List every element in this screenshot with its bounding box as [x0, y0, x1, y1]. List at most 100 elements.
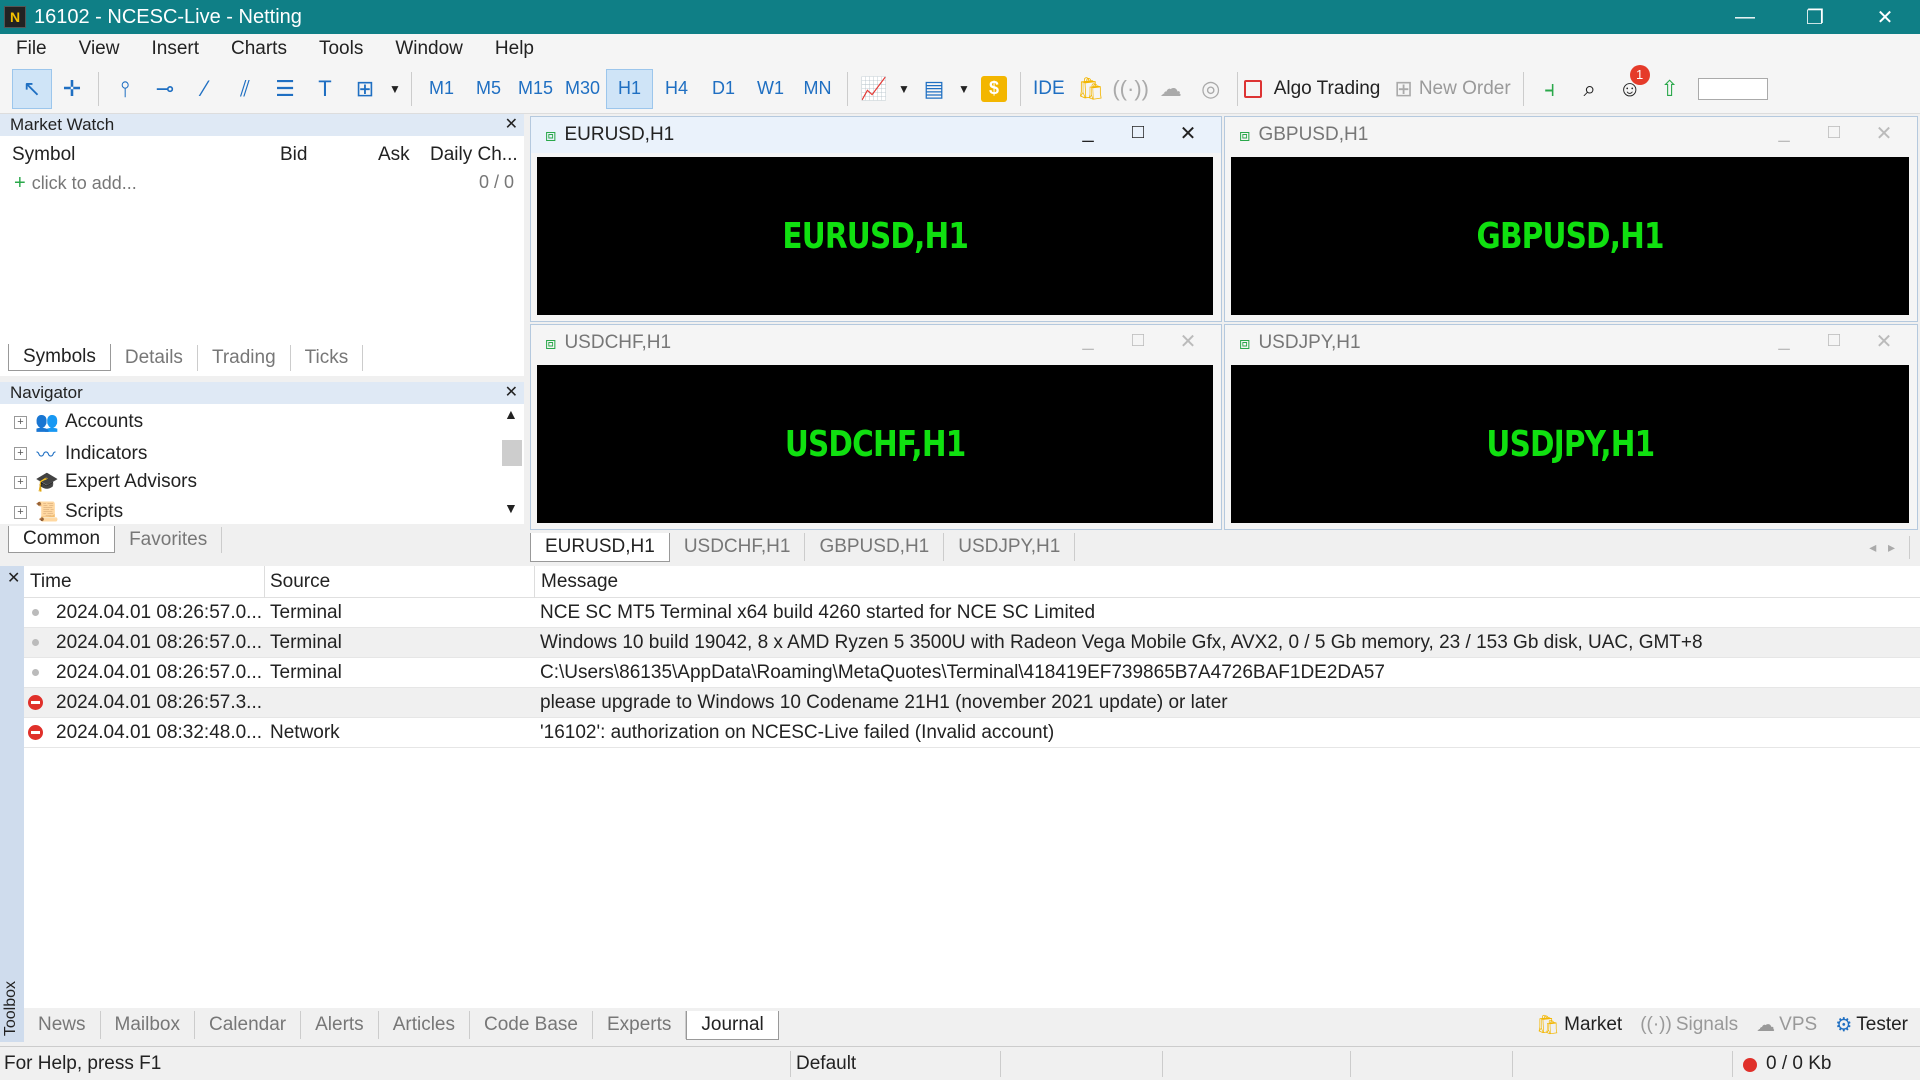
level-icon[interactable]: ⇧	[1650, 69, 1690, 109]
tab-calendar[interactable]: Calendar	[195, 1011, 302, 1039]
tab-experts[interactable]: Experts	[593, 1011, 687, 1039]
chart-tab-eurusd[interactable]: EURUSD,H1	[530, 532, 670, 562]
minimize-button[interactable]: —	[1710, 0, 1780, 34]
indicator-dropdown-icon[interactable]: ▼	[894, 69, 914, 109]
horizontal-line-icon[interactable]: ⊸	[145, 69, 185, 109]
add-symbol-row[interactable]: + click to add...	[14, 172, 137, 195]
menu-view[interactable]: View	[63, 38, 136, 60]
chart-maximize-icon[interactable]: □	[1113, 121, 1163, 146]
chart-canvas[interactable]: GBPUSD,H1	[1231, 157, 1909, 315]
chart-window-eurusd[interactable]: ⧈ EURUSD,H1 _ □ ✕ EURUSD,H1	[530, 116, 1222, 322]
menu-window[interactable]: Window	[379, 38, 479, 60]
timeframe-h4[interactable]: H4	[653, 69, 700, 109]
timeframe-m5[interactable]: M5	[465, 69, 512, 109]
toolbox-close-icon[interactable]: ✕	[7, 568, 20, 588]
new-order-button[interactable]: ⊞ New Order	[1394, 76, 1516, 102]
column-symbol[interactable]: Symbol	[12, 144, 75, 166]
market-watch-close-icon[interactable]: ✕	[505, 114, 518, 134]
timeframe-m15[interactable]: M15	[512, 69, 559, 109]
journal-row[interactable]: 2024.04.01 08:26:57.0... Terminal Window…	[24, 628, 1920, 658]
journal-row[interactable]: 2024.04.01 08:26:57.3... please upgrade …	[24, 688, 1920, 718]
chart-close-icon[interactable]: ✕	[1859, 329, 1909, 354]
chart-tab-usdchf[interactable]: USDCHF,H1	[670, 533, 806, 561]
expand-icon[interactable]: +	[14, 415, 27, 429]
depth-of-market-icon[interactable]: ⫞	[1530, 69, 1570, 109]
templates-icon[interactable]: ▤	[914, 69, 954, 109]
chart-maximize-icon[interactable]: □	[1809, 329, 1859, 354]
network-icon[interactable]: ◎	[1191, 69, 1231, 109]
chart-close-icon[interactable]: ✕	[1859, 121, 1909, 146]
tester-link[interactable]: Tester	[1856, 1014, 1908, 1036]
menu-file[interactable]: File	[0, 38, 63, 60]
equidistant-channel-icon[interactable]: ⫽	[225, 69, 265, 109]
nav-item-expert-advisors[interactable]: + 🎓 Expert Advisors	[14, 470, 197, 494]
tab-code-base[interactable]: Code Base	[470, 1011, 593, 1039]
menu-tools[interactable]: Tools	[303, 38, 379, 60]
menu-help[interactable]: Help	[479, 38, 550, 60]
chart-window-usdjpy[interactable]: ⧈ USDJPY,H1 _ □ ✕ USDJPY,H1	[1224, 324, 1918, 530]
algo-trading-button[interactable]: Algo Trading	[1243, 78, 1387, 100]
chart-canvas[interactable]: EURUSD,H1	[537, 157, 1213, 315]
shapes-icon[interactable]: ⊞	[345, 69, 385, 109]
column-ask[interactable]: Ask	[378, 144, 410, 166]
tab-common[interactable]: Common	[8, 526, 116, 553]
navigator-scrollbar[interactable]: ▲ ▼	[498, 404, 524, 524]
chart-maximize-icon[interactable]: □	[1809, 121, 1859, 146]
tab-alerts[interactable]: Alerts	[301, 1011, 379, 1039]
chart-minimize-icon[interactable]: _	[1063, 121, 1113, 146]
timeframe-m30[interactable]: M30	[559, 69, 606, 109]
signals-link[interactable]: Signals	[1676, 1014, 1738, 1036]
tab-news[interactable]: News	[24, 1011, 101, 1039]
scrollbar-thumb[interactable]	[502, 440, 522, 466]
tab-articles[interactable]: Articles	[379, 1011, 470, 1039]
nav-item-scripts[interactable]: + 📜 Scripts	[14, 500, 123, 524]
scroll-down-icon[interactable]: ▼	[504, 500, 518, 516]
toolbar-input[interactable]	[1697, 77, 1768, 100]
timeframe-mn[interactable]: MN	[794, 69, 841, 109]
market-bag-icon[interactable]: 🛍	[1071, 69, 1111, 109]
chart-window-gbpusd[interactable]: ⧈ GBPUSD,H1 _ □ ✕ GBPUSD,H1	[1224, 116, 1918, 322]
column-message[interactable]: Message	[541, 571, 618, 593]
column-bid[interactable]: Bid	[280, 144, 307, 166]
nav-item-accounts[interactable]: + 👥 Accounts	[14, 410, 143, 434]
chart-tab-gbpusd[interactable]: GBPUSD,H1	[805, 533, 945, 561]
chart-close-icon[interactable]: ✕	[1163, 121, 1213, 146]
timeframe-h1[interactable]: H1	[606, 68, 653, 109]
chart-minimize-icon[interactable]: _	[1759, 121, 1809, 146]
journal-row[interactable]: 2024.04.01 08:32:48.0... Network '16102'…	[24, 718, 1920, 748]
dollar-icon[interactable]: $	[974, 69, 1014, 109]
indicator-chart-icon[interactable]: 📈	[854, 69, 894, 109]
text-icon[interactable]: T	[305, 69, 345, 109]
tab-journal[interactable]: Journal	[686, 1010, 779, 1040]
expand-icon[interactable]: +	[14, 447, 27, 460]
chart-minimize-icon[interactable]: _	[1063, 329, 1113, 354]
chart-canvas[interactable]: USDJPY,H1	[1231, 365, 1909, 523]
timeframe-m1[interactable]: M1	[418, 69, 465, 109]
trend-line-icon[interactable]: ⁄	[185, 69, 225, 109]
timeframe-d1[interactable]: D1	[700, 69, 747, 109]
cursor-icon[interactable]: ↖	[12, 68, 52, 109]
journal-row[interactable]: 2024.04.01 08:26:57.0... Terminal NCE SC…	[24, 598, 1920, 628]
scroll-up-icon[interactable]: ▲	[504, 406, 518, 422]
vps-cloud-icon[interactable]: ☁	[1151, 69, 1191, 109]
search-icon[interactable]: ⌕	[1570, 69, 1610, 109]
chart-window-usdchf[interactable]: ⧈ USDCHF,H1 _ □ ✕ USDCHF,H1	[530, 324, 1222, 530]
profile-name[interactable]: Default	[796, 1053, 856, 1075]
close-button[interactable]: ✕	[1850, 0, 1920, 34]
chart-tab-usdjpy[interactable]: USDJPY,H1	[944, 533, 1076, 561]
vps-link[interactable]: VPS	[1779, 1014, 1817, 1036]
nav-item-indicators[interactable]: + 〰 Indicators	[14, 440, 147, 467]
column-time[interactable]: Time	[30, 571, 72, 593]
traffic-status[interactable]: 0 / 0 Kb	[1766, 1053, 1832, 1075]
fibonacci-icon[interactable]: ☰	[265, 69, 305, 109]
tab-trading[interactable]: Trading	[198, 345, 291, 371]
chart-maximize-icon[interactable]: □	[1113, 329, 1163, 354]
notifications-icon[interactable]: ☺ 1	[1610, 64, 1650, 109]
ide-button[interactable]: IDE	[1027, 78, 1071, 100]
crosshair-icon[interactable]: ✛	[52, 69, 92, 109]
vertical-line-icon[interactable]: ⫯	[105, 69, 145, 109]
tab-ticks[interactable]: Ticks	[291, 345, 364, 371]
timeframe-w1[interactable]: W1	[747, 69, 794, 109]
chart-tabs-scroll-icon[interactable]: ◂ ▸	[1855, 535, 1910, 559]
navigator-close-icon[interactable]: ✕	[505, 382, 518, 402]
